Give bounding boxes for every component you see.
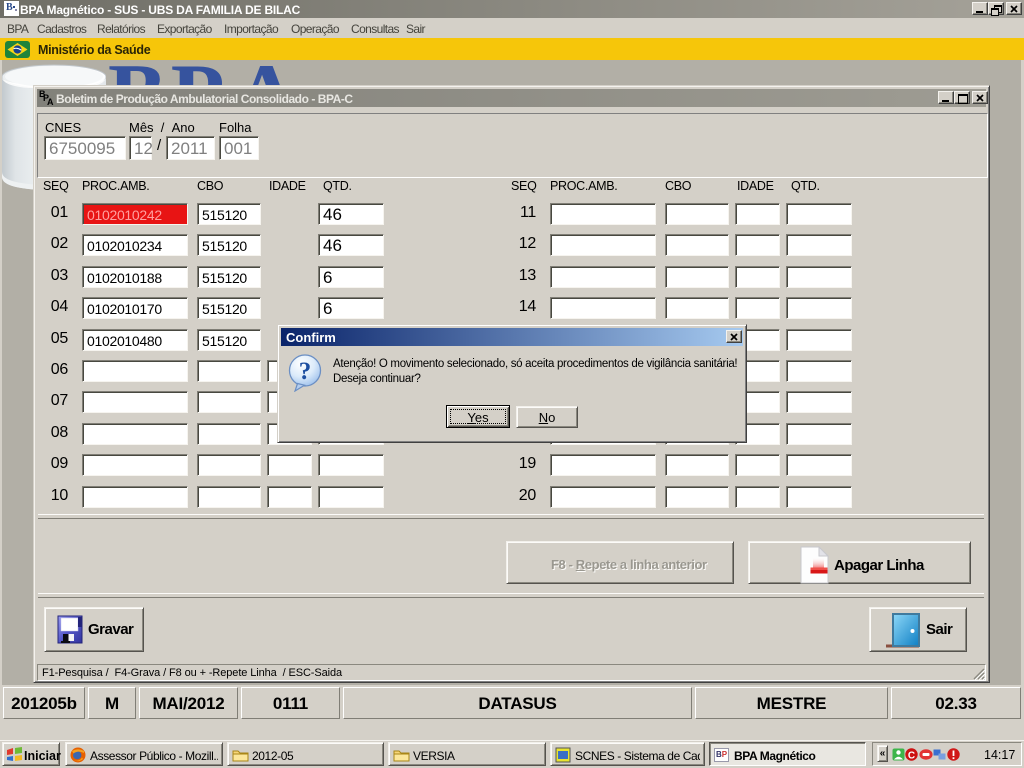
svg-text:C: C	[908, 751, 915, 762]
svg-text:BP: BP	[716, 750, 728, 759]
svg-text:?: ?	[299, 358, 312, 385]
